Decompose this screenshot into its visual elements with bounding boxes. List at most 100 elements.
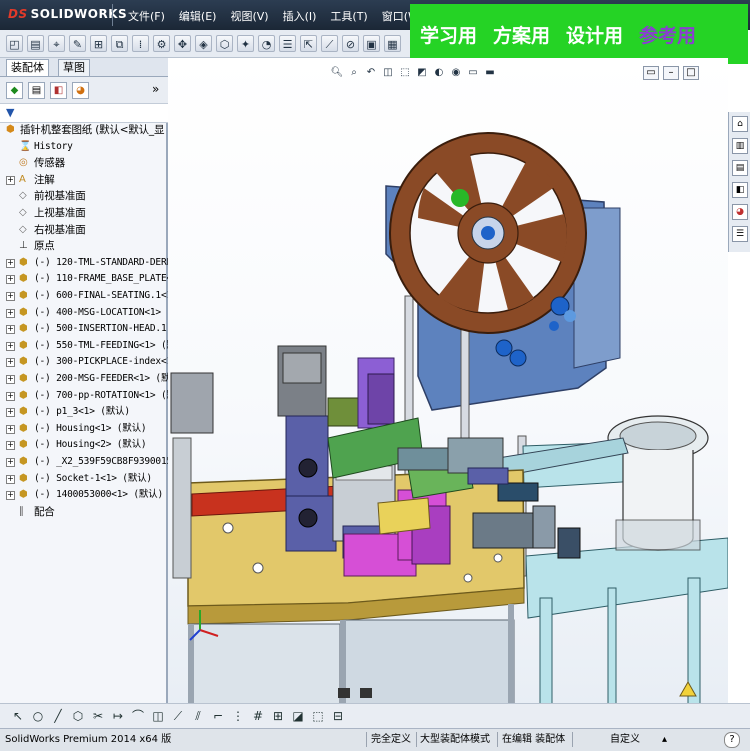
expand-toggle-icon[interactable]: + [6, 408, 15, 418]
menu-file[interactable]: 文件(F) [128, 8, 165, 24]
expand-toggle-icon[interactable]: + [6, 292, 15, 301]
tree-item[interactable]: + ⬢ (-) Housing<2> (默认) [0, 437, 168, 453]
display-style-icon[interactable]: ◩ [415, 66, 429, 80]
bill-of-materials-icon[interactable]: ☰ [279, 35, 296, 52]
zoom-to-fit-icon[interactable]: 🔍︎ [330, 66, 344, 80]
centerline-icon[interactable]: ⋮ [230, 708, 246, 724]
3d-sketch-icon[interactable]: ⬚ [310, 708, 326, 724]
filter-icon[interactable]: ▼ [6, 106, 14, 119]
tab-assembly[interactable]: 装配体 [6, 59, 49, 76]
restore-doc-icon[interactable]: ▭ [643, 66, 659, 80]
tree-item[interactable]: + ⬢ (-) Socket-1<1> (默认) [0, 471, 168, 487]
assembly-features-icon[interactable]: ⬡ [216, 35, 233, 52]
fillet-icon[interactable]: ⌐ [210, 708, 226, 724]
large-assembly-status[interactable]: 大型装配体模式 [420, 729, 490, 750]
tree-item[interactable]: + ⬢ (-) 600-FINAL-SEATING.1<1> [0, 288, 168, 304]
property-manager-icon[interactable]: ▤ [28, 82, 45, 99]
tree-item[interactable]: + ⬢ (-) 110-FRAME_BASE_PLATE<1> [0, 271, 168, 287]
new-motion-study-icon[interactable]: ◔ [258, 35, 275, 52]
offset-icon[interactable]: ⟋ [170, 708, 186, 724]
convert-entities-icon[interactable]: ◫ [150, 708, 166, 724]
smart-fasteners-icon[interactable]: ⚙ [153, 35, 170, 52]
units-dropdown-icon[interactable]: ▴ [662, 729, 667, 750]
appearances-icon[interactable]: ◕ [732, 204, 748, 220]
file-explorer-icon[interactable]: ▤ [732, 160, 748, 176]
previous-view-icon[interactable]: ↶ [364, 66, 378, 80]
tree-item[interactable]: ⌛ History [0, 139, 168, 155]
menu-tools[interactable]: 工具(T) [330, 8, 367, 24]
mate-icon[interactable]: ⧉ [111, 35, 128, 52]
tree-item[interactable]: + ⬢ (-) 1400053000<1> (默认) [0, 487, 168, 503]
expand-toggle-icon[interactable]: + [6, 441, 15, 451]
pin-icon[interactable]: ⌖ [48, 35, 65, 52]
tree-item[interactable]: + ⬢ (-) 300-PICKPLACE-index<1> [0, 354, 168, 370]
tree-item[interactable]: + ⬢ (-) p1_3<1> (默认) [0, 404, 168, 420]
maximize-doc-icon[interactable]: □ [683, 66, 699, 80]
expand-chevron-icon[interactable]: » [152, 82, 159, 96]
expand-toggle-icon[interactable]: + [6, 341, 15, 351]
move-component-icon[interactable]: ✥ [174, 35, 191, 52]
tree-item[interactable]: + ⬢ (-) 400-MSG-LOCATION<1> ( [0, 305, 168, 321]
tree-item[interactable]: ◇ 右视基准面 [0, 222, 168, 238]
sketch-plane-icon[interactable]: ◪ [290, 708, 306, 724]
tree-item[interactable]: + ⬢ (-) 550-TML-FEEDING<1> (默 [0, 338, 168, 354]
tree-item[interactable]: + ⬢ (-) Housing<1> (默认) [0, 421, 168, 437]
feature-tree-icon[interactable]: ◆ [6, 82, 23, 99]
line-icon[interactable]: ╱ [50, 708, 66, 724]
expand-toggle-icon[interactable]: + [6, 325, 15, 335]
tree-item[interactable]: ⊥ 原点 [0, 238, 168, 254]
tree-item[interactable]: + ⬢ (-) 120-TML-STANDARD-DEREE [0, 255, 168, 271]
expand-toggle-icon[interactable]: + [6, 491, 15, 501]
tree-item[interactable]: ◎ 传感器 [0, 155, 168, 171]
expand-toggle-icon[interactable]: + [6, 308, 15, 318]
insert-component-icon[interactable]: ⊞ [90, 35, 107, 52]
tree-item[interactable]: ◇ 上视基准面 [0, 205, 168, 221]
expand-toggle-icon[interactable]: + [6, 175, 15, 185]
tree-item[interactable]: ◇ 前视基准面 [0, 188, 168, 204]
zoom-area-icon[interactable]: ⌕ [347, 66, 361, 80]
explode-line-sketch-icon[interactable]: ⟋ [321, 35, 338, 52]
solidworks-logo[interactable]: DS SOLIDWORKS [8, 7, 127, 21]
graphics-viewport[interactable] [168, 58, 728, 728]
minimize-doc-icon[interactable]: – [663, 66, 679, 80]
expand-toggle-icon[interactable]: + [6, 458, 15, 467]
polygon-icon[interactable]: ⬡ [70, 708, 86, 724]
help-icon[interactable]: ? [724, 732, 740, 748]
expand-toggle-icon[interactable]: + [6, 375, 15, 384]
expand-toggle-icon[interactable]: + [6, 424, 15, 434]
rapid-sketch-icon[interactable]: ⊞ [270, 708, 286, 724]
expand-toggle-icon[interactable]: + [6, 358, 15, 368]
tree-item[interactable]: + ⬢ (-) _X2_539F59CB8F9390015 [0, 454, 168, 470]
edit-component-icon[interactable]: ✎ [69, 35, 86, 52]
edit-appearance-icon[interactable]: ◉ [449, 66, 463, 80]
custom-properties-icon[interactable]: ☰ [732, 226, 748, 242]
interference-detection-icon[interactable]: ⊘ [342, 35, 359, 52]
view-palette-icon[interactable]: ◧ [732, 182, 748, 198]
menu-view[interactable]: 视图(V) [230, 8, 268, 24]
expand-toggle-icon[interactable]: + [6, 258, 15, 268]
dimension-icon[interactable]: ↦ [110, 708, 126, 724]
tree-item[interactable]: + A 注解 [0, 172, 168, 188]
tree-root-assembly[interactable]: ⬢ 插针机整套图纸 (默认<默认_显 [0, 122, 168, 138]
expand-toggle-icon[interactable]: + [6, 474, 15, 484]
reference-geometry-icon[interactable]: ✦ [237, 35, 254, 52]
exploded-view-icon[interactable]: ⇱ [300, 35, 317, 52]
pointer-icon[interactable]: ↖ [10, 708, 26, 724]
open-folder-icon[interactable]: ▤ [27, 35, 44, 52]
units-custom[interactable]: 自定义 [610, 729, 640, 750]
solidworks-resources-icon[interactable]: ⌂ [732, 116, 748, 132]
tree-item[interactable]: ∥ 配合 [0, 504, 168, 520]
apply-scene-icon[interactable]: ▭ [466, 66, 480, 80]
tree-item[interactable]: + ⬢ (-) 500-INSERTION-HEAD.1.1 [0, 321, 168, 337]
display-manager-icon[interactable]: ◕ [72, 82, 89, 99]
instant3d-icon[interactable]: ▣ [363, 35, 380, 52]
hide-show-items-icon[interactable]: ◐ [432, 66, 446, 80]
trim-icon[interactable]: ✂ [90, 708, 106, 724]
section-view-icon[interactable]: ◫ [381, 66, 395, 80]
design-library-icon[interactable]: ▥ [732, 138, 748, 154]
view-orientation-icon[interactable]: ⬚ [398, 66, 412, 80]
configuration-manager-icon[interactable]: ◧ [50, 82, 67, 99]
expand-toggle-icon[interactable]: + [6, 391, 15, 401]
mirror-icon[interactable]: ⫽ [190, 708, 206, 724]
linear-pattern-icon[interactable]: ⁞ [132, 35, 149, 52]
